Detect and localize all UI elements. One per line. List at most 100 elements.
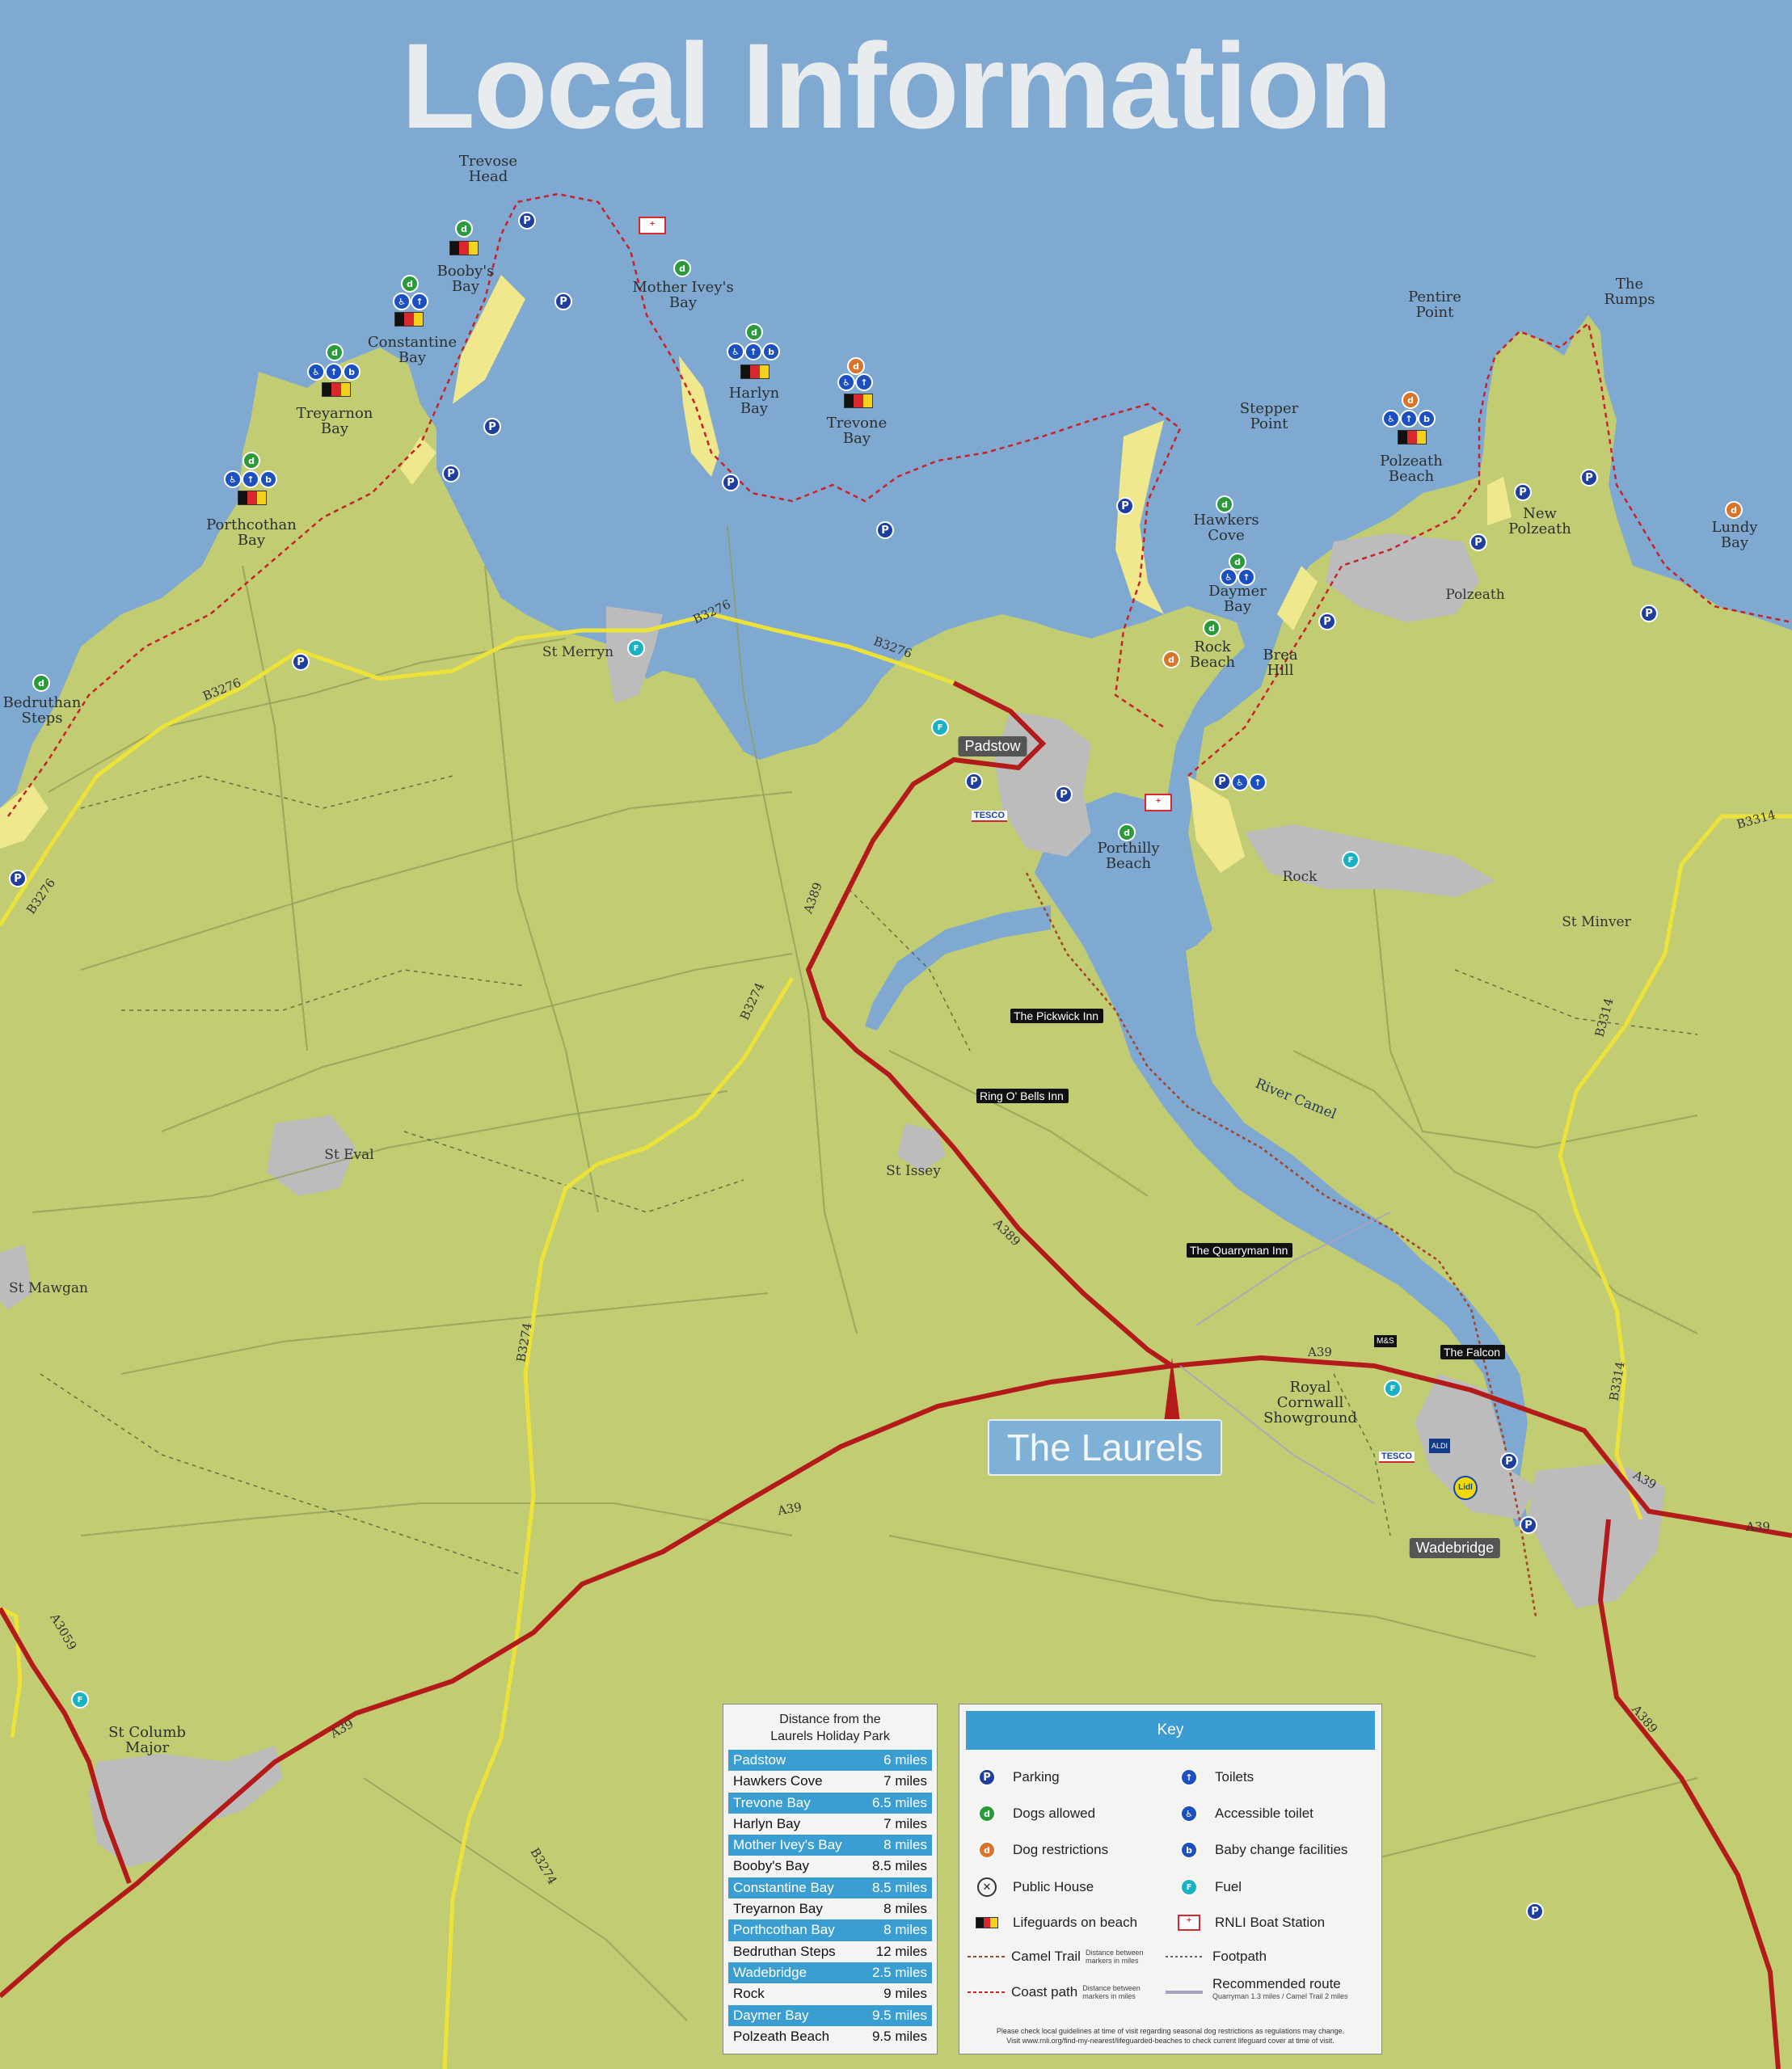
parking-icon[interactable]: P [1640, 605, 1658, 622]
accessible-toilet-icon: ♿ [224, 470, 242, 488]
key-parking-label: Parking [1013, 1769, 1060, 1785]
dog-restrictions-icon: d [1402, 391, 1419, 409]
lifeguard-flag-icon [449, 241, 479, 255]
pub-pickwick-inn[interactable]: The Pickwick Inn [1010, 1009, 1104, 1023]
parking-icon[interactable]: P [1520, 1516, 1537, 1534]
distance-panel: Distance from the Laurels Holiday Park P… [723, 1704, 938, 2054]
town-rock: Rock [1282, 869, 1318, 885]
key-route-text: Recommended route Quarryman 1.3 miles / … [1212, 1976, 1348, 2000]
distance-row: Wadebridge 2.5 miles [728, 1962, 932, 1984]
key-dogs-label: Dogs allowed [1013, 1806, 1096, 1821]
pub-the-falcon[interactable]: The Falcon [1440, 1345, 1506, 1359]
parking-icon[interactable]: P [292, 653, 310, 671]
parking-icon[interactable]: P [1116, 497, 1134, 515]
distance-row: Polzeath Beach 9.5 miles [728, 2026, 932, 2047]
parking-icon[interactable]: P [1526, 1903, 1544, 1920]
distance-row: Rock 9 miles [728, 1983, 932, 2004]
dogs-allowed-icon: d [1118, 824, 1136, 841]
toilet-icon: ↑ [325, 363, 343, 381]
distance-value: 8.5 miles [871, 1858, 927, 1874]
town-wadebridge[interactable]: Wadebridge [1409, 1538, 1501, 1558]
parking-icon[interactable]: P [1469, 533, 1487, 551]
shop-lidl[interactable]: Lidl [1453, 1476, 1478, 1500]
dogs-allowed-icon: d [745, 323, 763, 341]
distance-value: 8.5 miles [871, 1879, 927, 1895]
parking-icon[interactable]: P [1500, 1452, 1518, 1470]
toilet-icon: ↑ [1180, 1768, 1198, 1786]
parking-icon[interactable]: P [1514, 483, 1532, 501]
place-harlyn-bay: Harlyn Bay [728, 385, 780, 417]
parking-icon: P [978, 1768, 996, 1786]
parking-icon[interactable]: P [1580, 469, 1598, 487]
shop-aldi[interactable]: ALDI [1429, 1439, 1451, 1453]
distance-place: Rock [733, 1986, 765, 2002]
shop-ms[interactable]: M&S [1374, 1335, 1397, 1347]
page-title: Local Information [401, 18, 1392, 154]
fuel-icon: F [1180, 1878, 1198, 1896]
distance-place: Polzeath Beach [733, 2028, 830, 2044]
toilet-icon: ↑ [1238, 568, 1255, 586]
place-bedruthan-steps: Bedruthan Steps [2, 694, 82, 727]
parking-icon[interactable]: P [518, 212, 536, 230]
camel-trail-swatch [968, 1956, 1005, 1957]
distance-row: Porthcothan Bay 8 miles [728, 1919, 932, 1941]
toilet-icon: ↑ [744, 343, 762, 360]
town-st-merryn: St Merryn [542, 644, 614, 660]
distance-value: 8 miles [883, 1837, 927, 1853]
accessible-toilet-icon: ♿ [1231, 773, 1249, 791]
pub-ring-o-bells[interactable]: Ring O' Bells Inn [976, 1089, 1069, 1103]
distance-value: 6 miles [883, 1752, 927, 1768]
dogs-allowed-icon: d [1203, 619, 1221, 637]
distance-panel-title: Distance from the Laurels Holiday Park [723, 1705, 937, 1750]
key-camel-trail-note: Distance between markers in miles [1085, 1949, 1144, 1965]
parking-icon[interactable]: P [483, 418, 501, 436]
distance-place: Constantine Bay [733, 1879, 834, 1895]
key-row-rnli: + RNLI Boat Station [1178, 1913, 1325, 1932]
parking-icon[interactable]: P [876, 521, 894, 539]
distance-value: 8 miles [883, 1922, 927, 1938]
key-row-footpath: Footpath [1166, 1947, 1267, 1966]
rnli-boat-station-icon: + [1178, 1915, 1200, 1931]
key-note: Please check local guidelines at time of… [996, 2027, 1345, 2045]
place-royal-cornwall-showground: Royal Cornwall Showground [1263, 1379, 1357, 1426]
distance-place: Mother Ivey's Bay [733, 1837, 842, 1853]
key-row-toilets: ↑ Toilets [1178, 1768, 1254, 1787]
pub-quarryman-inn[interactable]: The Quarryman Inn [1187, 1243, 1293, 1258]
lifeguard-flag-icon [740, 364, 770, 379]
parking-icon[interactable]: P [554, 293, 572, 310]
key-pub-label: Public House [1013, 1879, 1094, 1894]
key-route-note: Quarryman 1.3 miles / Camel Trail 2 mile… [1212, 1992, 1348, 2000]
baby-change-icon: b [1180, 1841, 1198, 1859]
parking-icon[interactable]: P [722, 474, 740, 491]
key-panel: Key P Parking d Dogs allowed d Dog restr… [959, 1704, 1382, 2054]
wheelchair-icon: ♿ [1180, 1805, 1198, 1822]
parking-icon[interactable]: P [965, 773, 983, 790]
fuel-icon: F [931, 718, 949, 736]
distance-row: Booby's Bay 8.5 miles [728, 1856, 932, 1877]
key-camel-trail-label: Camel Trail [1011, 1949, 1081, 1964]
place-new-polzeath: New Polzeath [1508, 505, 1571, 537]
town-padstow[interactable]: Padstow [958, 736, 1027, 756]
place-hawkers-cove: Hawkers Cove [1193, 512, 1259, 544]
fuel-icon: F [627, 639, 645, 657]
dogs-allowed-icon: d [673, 259, 691, 277]
parking-icon[interactable]: P [1318, 613, 1336, 630]
distance-row: Constantine Bay 8.5 miles [728, 1877, 932, 1899]
fuel-icon: F [71, 1691, 89, 1709]
key-row-fuel: F Fuel [1178, 1877, 1242, 1897]
parking-icon[interactable]: P [9, 870, 27, 887]
the-laurels-marker[interactable]: The Laurels [988, 1419, 1222, 1476]
place-daymer-bay: Daymer Bay [1208, 583, 1267, 615]
accessible-toilet-icon: ♿ [837, 373, 855, 391]
distance-row: Bedruthan Steps 12 miles [728, 1941, 932, 1962]
parking-icon[interactable]: P [1055, 786, 1073, 803]
parking-icon[interactable]: P [442, 465, 460, 482]
accessible-toilet-icon: ♿ [307, 363, 325, 381]
baby-change-icon: b [762, 343, 780, 360]
shop-tesco-padstow[interactable]: TESCO [972, 811, 1007, 822]
fuel-icon: F [1342, 851, 1360, 869]
parking-icon[interactable]: P [1213, 773, 1231, 790]
place-constantine-bay: Constantine Bay [367, 334, 457, 366]
lifeguard-flag-icon [844, 394, 873, 408]
shop-tesco-wadebridge[interactable]: TESCO [1379, 1452, 1415, 1463]
